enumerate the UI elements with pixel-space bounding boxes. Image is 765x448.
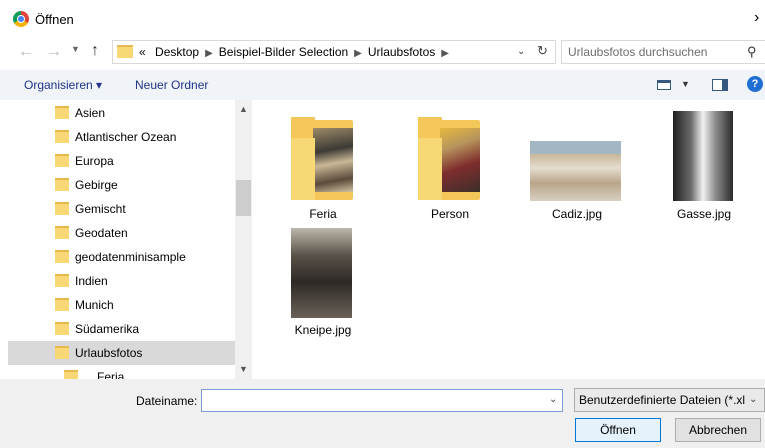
nav-item-europa[interactable]: Europa [8, 149, 235, 173]
folder-icon [64, 370, 78, 379]
forward-arrow-icon[interactable]: → [46, 43, 62, 61]
folder-icon [55, 250, 69, 263]
command-toolbar: Organisieren ▾ Neuer Ordner ▼ ? [0, 70, 765, 100]
filetype-select[interactable]: Benutzerdefinierte Dateien (*.xlsx) ⌄ [574, 388, 765, 412]
chevron-right-icon[interactable]: ▶ [354, 48, 362, 59]
file-item-feria[interactable]: Feria [268, 110, 378, 230]
nav-item-label: Südamerika [75, 322, 140, 336]
filetype-value: Benutzerdefinierte Dateien (*.xlsx) [579, 393, 745, 407]
nav-item-label: geodatenminisample [75, 250, 186, 264]
close-icon[interactable]: › [754, 9, 759, 27]
file-item-gasse[interactable]: Gasse.jpg [649, 110, 759, 230]
address-bar[interactable]: « Desktop ▶ Beispiel-Bilder Selection ▶ Urla… [112, 40, 556, 64]
folder-thumbnail-icon [418, 117, 480, 200]
folder-icon [55, 130, 69, 143]
file-item-kneipe[interactable]: Kneipe.jpg [268, 226, 378, 346]
chrome-app-icon [13, 11, 29, 27]
folder-icon [55, 106, 69, 119]
file-name: Cadiz.jpg [551, 207, 603, 221]
nav-item-label: Feria [97, 370, 125, 379]
nav-item-suedamerika[interactable]: Südamerika [8, 317, 235, 341]
chevron-down-icon[interactable]: ⌄ [517, 46, 525, 57]
folder-icon [55, 154, 69, 167]
search-input[interactable] [568, 43, 738, 61]
breadcrumb-item-selection[interactable]: Beispiel-Bilder Selection [219, 45, 348, 59]
file-name: Kneipe.jpg [294, 323, 352, 337]
filename-input[interactable] [206, 392, 536, 409]
recent-locations-chevron-icon[interactable]: ▼ [71, 44, 80, 54]
back-arrow-icon[interactable]: ← [18, 43, 34, 61]
nav-item-label: Gemischt [75, 202, 126, 216]
navigation-pane: Asien Atlantischer Ozean Europa Gebirge … [0, 100, 252, 379]
search-box[interactable]: ⚲ [561, 40, 765, 64]
nav-item-label: Europa [75, 154, 114, 168]
scroll-up-icon[interactable]: ▲ [239, 104, 248, 114]
folder-icon [55, 178, 69, 191]
nav-item-label: Munich [75, 298, 114, 312]
nav-item-label: Indien [75, 274, 108, 288]
file-name: Gasse.jpg [676, 207, 732, 221]
nav-item-geodatenminisample[interactable]: geodatenminisample [8, 245, 235, 269]
breadcrumb-item-urlaubsfotos[interactable]: Urlaubsfotos [368, 45, 435, 59]
folder-thumbnail-icon [291, 117, 353, 200]
nav-item-geodaten[interactable]: Geodaten [8, 221, 235, 245]
nav-item-munich[interactable]: Munich [8, 293, 235, 317]
chevron-down-icon[interactable]: ▼ [681, 79, 690, 89]
breadcrumb: « Desktop ▶ Beispiel-Bilder Selection ▶ Urla… [139, 45, 455, 59]
up-arrow-icon[interactable]: ↑ [91, 42, 99, 60]
folder-icon [55, 274, 69, 287]
filename-field[interactable]: ⌄ [201, 389, 563, 412]
nav-scrollbar[interactable] [235, 100, 252, 379]
folder-icon [55, 226, 69, 239]
file-name: Person [430, 207, 470, 221]
file-name: Feria [309, 207, 337, 221]
window-title: Öffnen [35, 12, 74, 27]
filename-label: Dateiname: [136, 394, 198, 408]
nav-item-urlaubsfotos[interactable]: Urlaubsfotos [8, 341, 235, 365]
nav-item-label: Atlantischer Ozean [75, 130, 177, 144]
change-view-icon[interactable] [657, 80, 671, 90]
nav-item-label: Gebirge [75, 178, 118, 192]
scroll-down-icon[interactable]: ▼ [239, 364, 248, 374]
nav-item-gebirge[interactable]: Gebirge [8, 173, 235, 197]
folder-icon [55, 298, 69, 311]
folder-icon [117, 45, 133, 58]
nav-item-atlantischer-ozean[interactable]: Atlantischer Ozean [8, 125, 235, 149]
nav-item-gemischt[interactable]: Gemischt [8, 197, 235, 221]
file-list: Feria Person Cadiz.jpg Gasse.jpg Kneipe.… [252, 100, 765, 379]
open-button[interactable]: Öffnen [575, 418, 661, 442]
title-bar [0, 0, 765, 38]
nav-item-asien[interactable]: Asien [8, 101, 235, 125]
image-thumbnail [530, 141, 621, 201]
nav-item-label: Urlaubsfotos [75, 346, 143, 360]
folder-icon [55, 202, 69, 215]
folder-icon [55, 322, 69, 335]
chevron-down-icon[interactable]: ⌄ [749, 394, 757, 405]
search-icon[interactable]: ⚲ [747, 44, 757, 60]
cancel-button[interactable]: Abbrechen [675, 418, 761, 442]
breadcrumb-overflow[interactable]: « [139, 45, 146, 59]
chevron-right-icon[interactable]: ▶ [441, 48, 449, 59]
help-icon[interactable]: ? [747, 76, 763, 92]
nav-item-label: Asien [75, 106, 106, 120]
chevron-right-icon[interactable]: ▶ [205, 48, 213, 59]
refresh-icon[interactable]: ↻ [537, 43, 548, 59]
image-thumbnail [291, 228, 352, 318]
preview-pane-icon[interactable] [712, 79, 728, 91]
nav-item-indien[interactable]: Indien [8, 269, 235, 293]
new-folder-button[interactable]: Neuer Ordner [135, 78, 208, 92]
chevron-down-icon[interactable]: ⌄ [549, 394, 557, 405]
file-item-cadiz[interactable]: Cadiz.jpg [522, 110, 632, 230]
organize-button[interactable]: Organisieren ▾ [24, 78, 102, 92]
scrollbar-thumb[interactable] [236, 180, 251, 216]
nav-item-label: Geodaten [75, 226, 128, 240]
nav-item-feria[interactable]: Feria [8, 365, 235, 379]
image-thumbnail [673, 111, 733, 201]
breadcrumb-item-desktop[interactable]: Desktop [155, 45, 199, 59]
file-item-person[interactable]: Person [395, 110, 505, 230]
folder-icon [55, 346, 69, 359]
